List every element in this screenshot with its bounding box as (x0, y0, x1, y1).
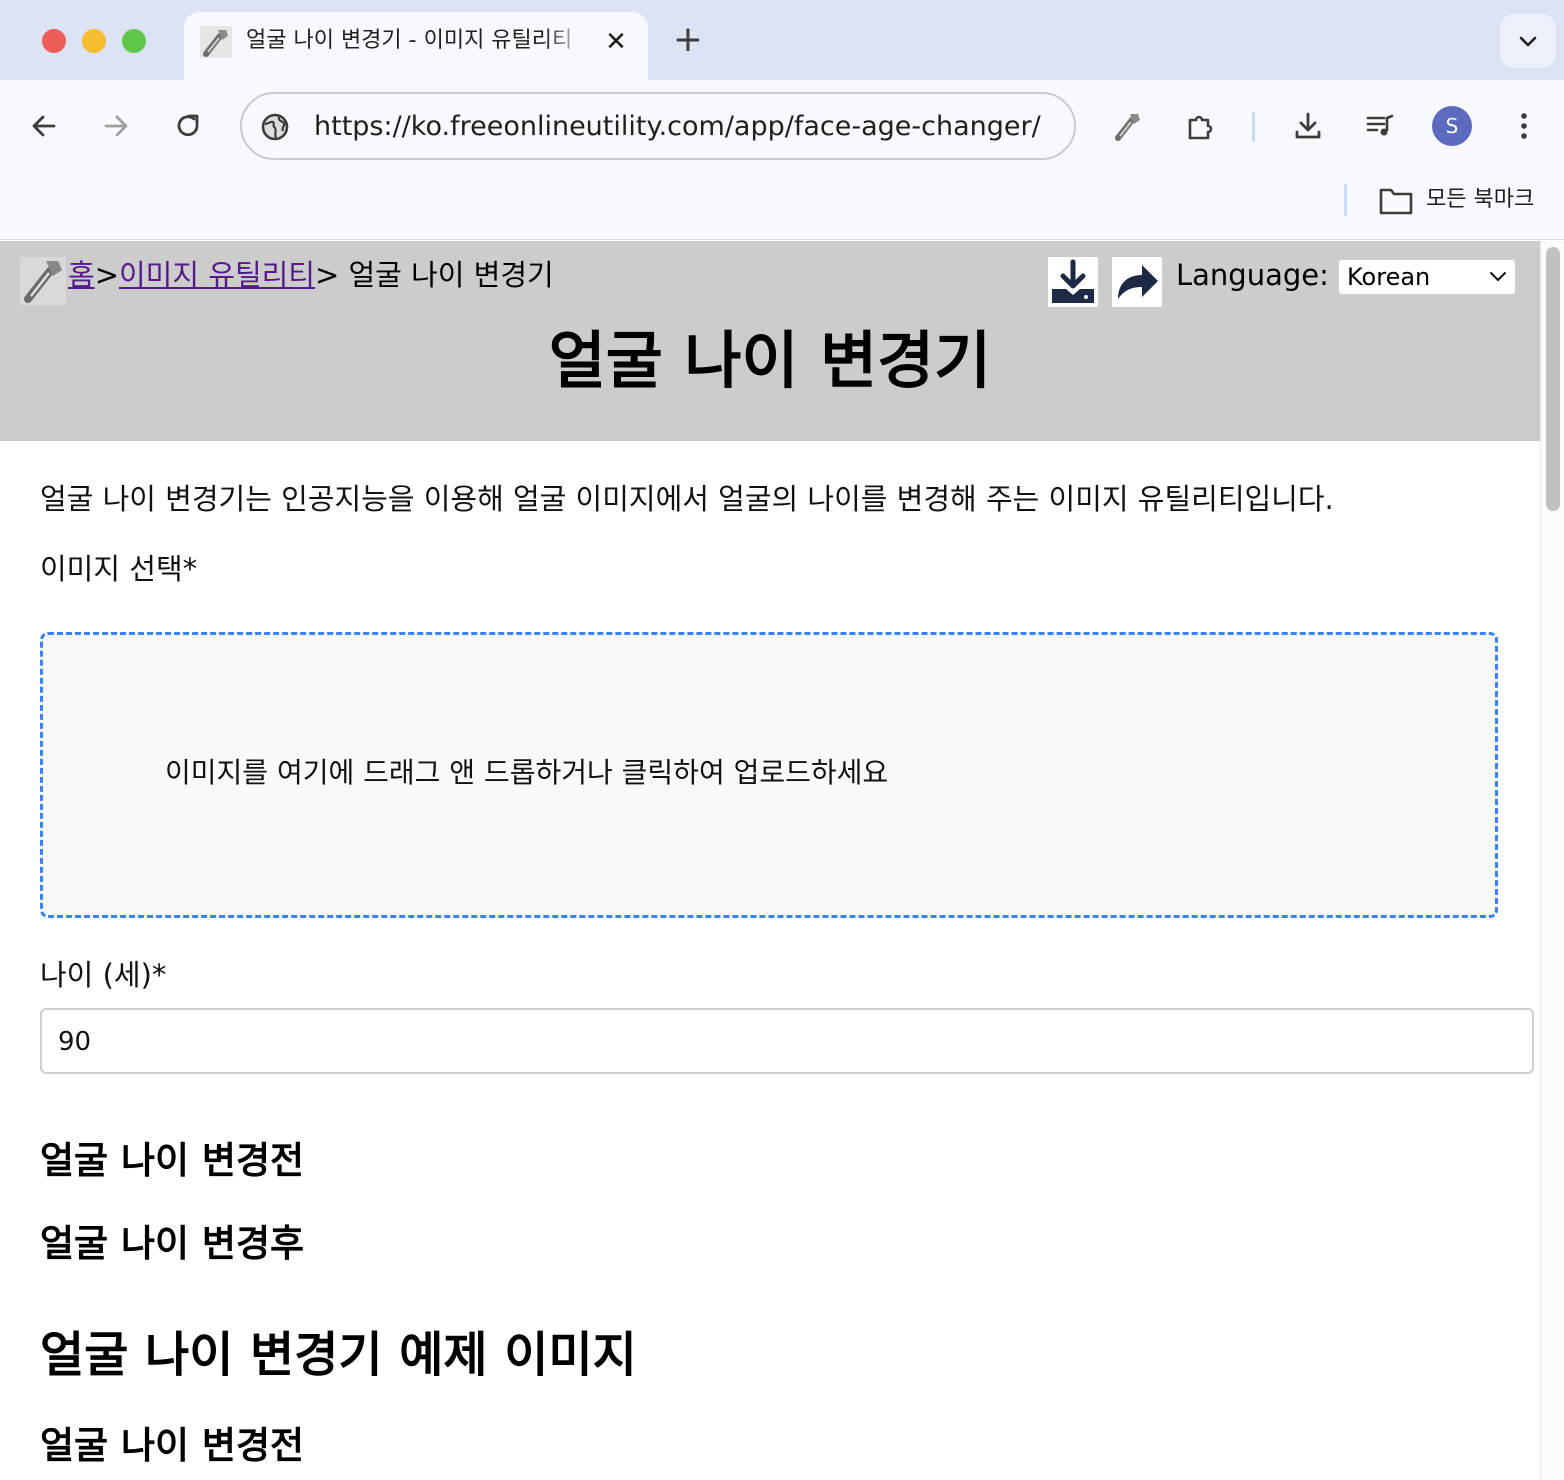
age-label: 나이 (세)* (40, 958, 167, 992)
language-selected-value: Korean (1347, 263, 1431, 291)
puzzle-icon (1188, 115, 1213, 140)
tab-strip: 얼굴 나이 변경기 - 이미지 유틸리티 ✕ + (0, 0, 1564, 80)
window-close-button[interactable] (42, 29, 66, 53)
breadcrumb-separator: > (94, 258, 119, 292)
tab-title: 얼굴 나이 변경기 - 이미지 유틸리티 (246, 28, 573, 53)
new-tab-button[interactable]: + (668, 22, 708, 58)
chevron-down-icon (1490, 272, 1506, 281)
share-arrow-icon (1118, 265, 1158, 299)
header-download-button[interactable] (1048, 257, 1098, 307)
image-dropzone[interactable]: 이미지를 여기에 드래그 앤 드롭하거나 클릭하여 업로드하세요 (40, 632, 1498, 918)
browser-toolbar: https://ko.freeonlineutility.com/app/fac… (0, 80, 1564, 240)
language-label: Language: (1176, 258, 1329, 292)
media-playlist-icon (1366, 114, 1394, 136)
header-share-button[interactable] (1112, 257, 1162, 307)
kebab-menu-icon (1521, 113, 1527, 139)
reload-button[interactable] (166, 104, 210, 148)
example-before-heading: 얼굴 나이 변경전 (40, 1424, 305, 1467)
before-heading: 얼굴 나이 변경전 (40, 1139, 305, 1182)
breadcrumb-category-link[interactable]: 이미지 유틸리티 (119, 258, 315, 292)
extension-button[interactable] (1108, 106, 1148, 146)
back-button[interactable] (22, 104, 66, 148)
browser-tab-active[interactable]: 얼굴 나이 변경기 - 이미지 유틸리티 ✕ (184, 12, 648, 80)
site-header: 홈>이미지 유틸리티> 얼굴 나이 변경기 Language: Korean 얼… (0, 241, 1540, 441)
site-info-icon[interactable] (260, 112, 290, 142)
profile-avatar[interactable]: S (1432, 106, 1472, 146)
forward-button[interactable] (94, 104, 138, 148)
language-select[interactable]: Korean (1338, 259, 1516, 295)
age-input-value: 90 (58, 1027, 92, 1057)
folder-icon[interactable] (1378, 186, 1414, 216)
age-input[interactable]: 90 (40, 1008, 1534, 1074)
page-title: 얼굴 나이 변경기 (548, 324, 992, 397)
after-heading: 얼굴 나이 변경후 (40, 1222, 305, 1265)
address-bar[interactable]: https://ko.freeonlineutility.com/app/fac… (240, 92, 1076, 160)
page-scrollbar[interactable] (1540, 241, 1564, 1480)
header-download-icon (1052, 259, 1094, 303)
breadcrumb-home-link[interactable]: 홈 (68, 258, 95, 292)
reload-icon (177, 114, 199, 137)
download-icon (1295, 112, 1321, 139)
all-bookmarks-label[interactable]: 모든 북마크 (1426, 184, 1534, 216)
site-logo-wrench-icon[interactable] (20, 257, 66, 305)
window-zoom-button[interactable] (122, 29, 146, 53)
breadcrumb: 홈>이미지 유틸리티> 얼굴 나이 변경기 (68, 255, 554, 295)
extension-wrench-icon (1115, 114, 1140, 141)
extensions-button[interactable] (1180, 106, 1220, 146)
scrollbar-thumb[interactable] (1546, 247, 1560, 511)
forward-arrow-icon (104, 115, 128, 137)
browser-menu-button[interactable] (1504, 106, 1544, 146)
tab-search-button[interactable] (1500, 14, 1556, 68)
wrench-favicon-icon (200, 26, 232, 58)
examples-heading: 얼굴 나이 변경기 예제 이미지 (40, 1327, 637, 1383)
toolbar-separator (1252, 112, 1255, 142)
window-minimize-button[interactable] (82, 29, 106, 53)
chevron-down-icon (1519, 36, 1537, 47)
image-select-label: 이미지 선택* (40, 552, 198, 586)
downloads-button[interactable] (1288, 106, 1328, 146)
back-arrow-icon (32, 115, 56, 137)
intro-text: 얼굴 나이 변경기는 인공지능을 이용해 얼굴 이미지에서 얼굴의 나이를 변경… (40, 482, 1334, 516)
bookmarks-separator (1344, 184, 1347, 216)
media-control-button[interactable] (1360, 106, 1400, 146)
url-text: https://ko.freeonlineutility.com/app/fac… (314, 111, 1041, 142)
tab-close-icon[interactable]: ✕ (602, 28, 630, 56)
web-page: 홈>이미지 유틸리티> 얼굴 나이 변경기 Language: Korean 얼… (0, 241, 1540, 1480)
dropzone-instructions: 이미지를 여기에 드래그 앤 드롭하거나 클릭하여 업로드하세요 (165, 756, 889, 789)
breadcrumb-current: > 얼굴 나이 변경기 (314, 258, 554, 292)
